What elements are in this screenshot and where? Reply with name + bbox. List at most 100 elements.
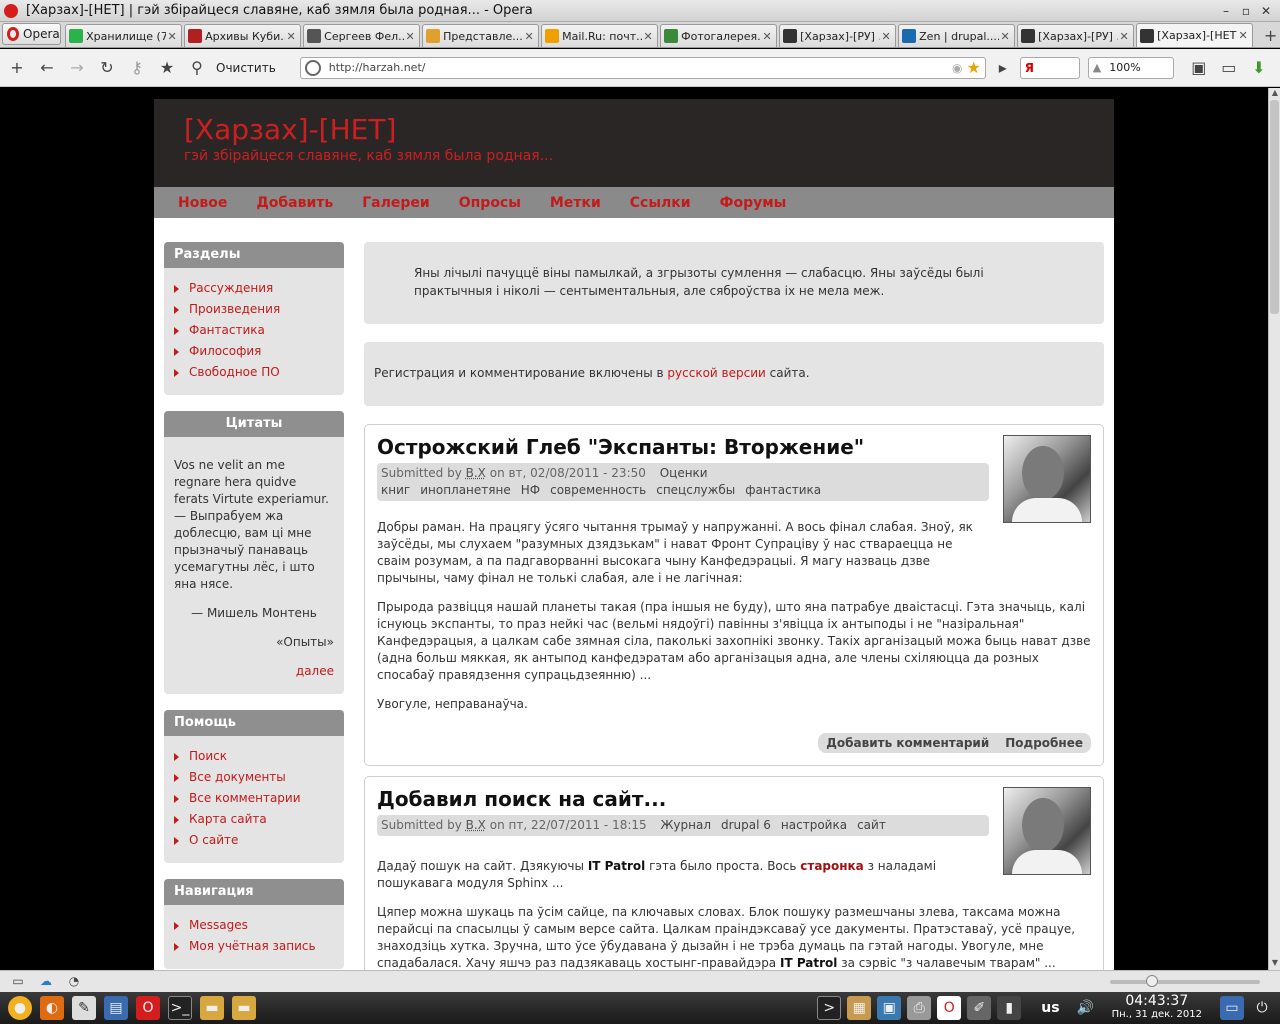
add-comment-link[interactable]: Добавить комментарий: [818, 733, 997, 753]
scroll-up-icon[interactable]: ▲: [1269, 88, 1280, 100]
node-tag[interactable]: настройка: [781, 818, 847, 832]
node-tag[interactable]: drupal 6: [721, 818, 771, 832]
sidebar-link[interactable]: О сайте: [174, 830, 334, 851]
browser-tab[interactable]: Архивы Куби... ✕: [184, 24, 301, 47]
opera-taskbar-icon[interactable]: O: [136, 996, 160, 1020]
read-more-link[interactable]: Подробнее: [997, 733, 1091, 753]
tab-close-icon[interactable]: ✕: [523, 30, 535, 43]
folder-icon[interactable]: ▬: [200, 996, 224, 1020]
sidebar-link[interactable]: Messages: [174, 915, 334, 936]
tab-close-icon[interactable]: ✕: [404, 30, 416, 43]
image-icon[interactable]: ▭: [1216, 55, 1242, 81]
scroll-down-icon[interactable]: ▼: [1269, 958, 1280, 970]
node-tag[interactable]: современность: [550, 483, 646, 497]
minimize-icon[interactable]: –: [1218, 3, 1234, 19]
opera-menu-button[interactable]: Opera: [2, 23, 61, 45]
browser-tab[interactable]: Фотогалерея... ✕: [660, 24, 777, 47]
go-arrow-icon[interactable]: ▸: [990, 55, 1016, 81]
author-avatar[interactable]: [1003, 435, 1091, 523]
speed-dial-icon[interactable]: ◔: [64, 974, 84, 990]
tab-close-icon[interactable]: ✕: [999, 30, 1011, 43]
package-tray-icon[interactable]: ▦: [847, 996, 871, 1020]
sidebar-link[interactable]: Все комментарии: [174, 788, 334, 809]
clock[interactable]: 04:43:37 Пн., 31 дек. 2012: [1112, 995, 1202, 1021]
browser-tab[interactable]: Mail.Ru: почт... ✕: [541, 24, 658, 47]
node-tag[interactable]: НФ: [521, 483, 540, 497]
quote-more-link[interactable]: далее: [174, 663, 334, 680]
tab-close-icon[interactable]: ✕: [166, 30, 178, 43]
vertical-scrollbar[interactable]: ▲ ▼: [1268, 88, 1280, 970]
zoom-slider-knob[interactable]: [1146, 975, 1158, 987]
tab-close-icon[interactable]: ✕: [1237, 29, 1249, 42]
browser-tab[interactable]: [Харзах]-[НЕТ...✕: [1136, 23, 1253, 47]
new-tab-button[interactable]: +: [1261, 24, 1280, 46]
nav-item[interactable]: Галереи: [362, 195, 429, 211]
bookmark-star-icon[interactable]: ★: [154, 55, 180, 81]
add-icon[interactable]: +: [4, 55, 30, 81]
node-title[interactable]: Добавил поиск на сайт...: [377, 787, 977, 811]
address-url[interactable]: http://harzah.net/: [329, 61, 952, 74]
screen-tray-icon[interactable]: ▣: [877, 996, 901, 1020]
sidebar-link[interactable]: Фантастика: [174, 320, 334, 341]
sidebar-link[interactable]: Моя учётная запись: [174, 936, 334, 957]
nav-item[interactable]: Форумы: [720, 195, 787, 211]
pen-tray-icon[interactable]: ✐: [967, 996, 991, 1020]
maximize-icon[interactable]: ▫: [1238, 3, 1254, 19]
sidebar-link[interactable]: Карта сайта: [174, 809, 334, 830]
terminal-icon[interactable]: >_: [168, 996, 192, 1020]
clear-button[interactable]: Очистить: [216, 61, 276, 75]
panel-toggle-icon[interactable]: ▭: [8, 974, 28, 990]
search-icon[interactable]: ⚲: [184, 55, 210, 81]
nav-item[interactable]: Добавить: [256, 195, 333, 211]
document-icon[interactable]: ▤: [104, 996, 128, 1020]
rss-icon[interactable]: ◉: [952, 61, 962, 75]
keyboard-layout[interactable]: us: [1041, 1000, 1059, 1016]
sidebar-link[interactable]: Философия: [174, 341, 334, 362]
browser-tab[interactable]: Хранилище (7) ✕: [65, 24, 182, 47]
sidebar-link[interactable]: Рассуждения: [174, 278, 334, 299]
tab-close-icon[interactable]: ✕: [285, 30, 297, 43]
tab-close-icon[interactable]: ✕: [761, 30, 773, 43]
nav-item[interactable]: Опросы: [459, 195, 521, 211]
node-author[interactable]: B.X: [466, 818, 486, 832]
address-bar[interactable]: http://harzah.net/ ◉ ★: [300, 57, 986, 79]
node-tag[interactable]: фантастика: [745, 483, 821, 497]
folder-icon-2[interactable]: ▬: [232, 996, 256, 1020]
reload-icon[interactable]: ↻: [94, 55, 120, 81]
notes-icon[interactable]: ✎: [72, 996, 96, 1020]
node-tag[interactable]: Журнал: [660, 818, 711, 832]
tab-close-icon[interactable]: ✕: [1118, 30, 1130, 43]
sidebar-link[interactable]: Поиск: [174, 746, 334, 767]
opera-tray-icon[interactable]: O: [937, 996, 961, 1020]
favorite-star-icon[interactable]: ★: [966, 58, 980, 77]
forward-icon[interactable]: →: [64, 55, 90, 81]
nav-item[interactable]: Новое: [178, 195, 227, 211]
browser-tab[interactable]: Представле... ✕: [422, 24, 539, 47]
author-avatar[interactable]: [1003, 787, 1091, 875]
zoom-slider[interactable]: [1110, 980, 1260, 984]
browser-tab[interactable]: [Харзах]-[РУ] ... ✕: [779, 24, 896, 47]
volume-icon[interactable]: 🔊: [1074, 996, 1098, 1020]
browser-tab[interactable]: Zen | drupal.... ✕: [898, 24, 1015, 47]
power-icon[interactable]: ⏻: [1250, 996, 1274, 1020]
start-menu-icon[interactable]: ●: [8, 996, 32, 1020]
node-tag[interactable]: спецслужбы: [656, 483, 735, 497]
scrollbar-thumb[interactable]: [1270, 100, 1279, 314]
tab-close-icon[interactable]: ✕: [880, 30, 892, 43]
battery-tray-icon[interactable]: ▮: [997, 996, 1021, 1020]
nav-item[interactable]: Метки: [550, 195, 601, 211]
search-engine-box[interactable]: Я: [1020, 57, 1080, 79]
browser-tab[interactable]: [Харзах]-[РУ] ... ✕: [1017, 24, 1134, 47]
key-icon[interactable]: ⚷: [124, 55, 150, 81]
russian-version-link[interactable]: русской версии: [667, 366, 765, 380]
sidebar-link[interactable]: Свободное ПО: [174, 362, 334, 383]
download-icon[interactable]: ⬇: [1246, 55, 1272, 81]
node-tag[interactable]: сайт: [857, 818, 886, 832]
console-tray-icon[interactable]: >: [817, 996, 841, 1020]
sidebar-link[interactable]: Все документы: [174, 767, 334, 788]
sidebar-link[interactable]: Произведения: [174, 299, 334, 320]
firefox-icon[interactable]: ◐: [40, 996, 64, 1020]
nav-item[interactable]: Ссылки: [630, 195, 691, 211]
page-link[interactable]: старонка: [800, 859, 864, 873]
zoom-control[interactable]: ▲ 100%: [1088, 57, 1174, 79]
